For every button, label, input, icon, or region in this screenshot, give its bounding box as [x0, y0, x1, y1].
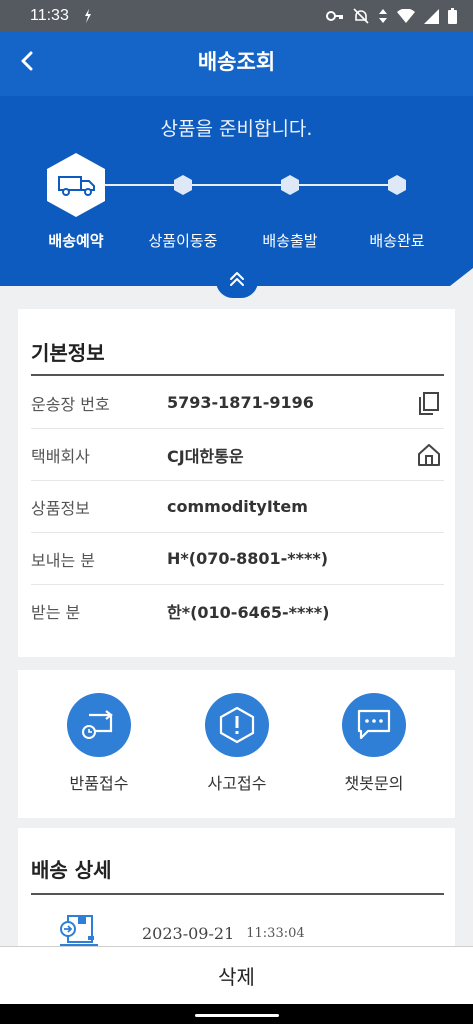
return-request-button[interactable]: 반품접수 — [44, 693, 154, 794]
home-gesture-pill[interactable] — [195, 1014, 279, 1017]
info-label: 택배회사 — [31, 446, 90, 466]
signal-icon — [424, 8, 439, 24]
courier-value: CJ대한통운 — [167, 446, 244, 466]
step-label-departed: 배송출발 — [262, 232, 318, 250]
accident-report-label: 사고접수 — [207, 774, 267, 793]
detail-time: 11:33:04 — [246, 925, 305, 941]
delete-button[interactable]: 삭제 — [0, 946, 473, 1004]
mute-icon — [353, 8, 369, 24]
copy-icon[interactable] — [416, 390, 442, 416]
accident-report-button[interactable]: 사고접수 — [182, 693, 292, 794]
actions-card: 반품접수 사고접수 챗봇문의 — [18, 670, 455, 818]
section-divider — [31, 374, 444, 376]
truck-icon — [57, 174, 97, 200]
status-time: 11:33 — [30, 7, 69, 24]
product-value: commodityItem — [167, 497, 308, 516]
info-row-courier: 택배회사 CJ대한통운 — [31, 429, 444, 481]
progress-message: 상품을 준비합니다. — [160, 118, 313, 140]
recipient-value: 한*(010-6465-****) — [167, 603, 330, 622]
chatbot-inquiry-button[interactable]: 챗봇문의 — [319, 693, 429, 794]
wifi-icon — [397, 9, 415, 23]
home-icon[interactable] — [416, 442, 442, 468]
download-icon — [83, 9, 93, 23]
delivery-detail-title: 배송 상세 — [31, 858, 112, 882]
chatbot-inquiry-label: 챗봇문의 — [344, 774, 404, 793]
step-label-reserved: 배송예약 — [48, 232, 104, 250]
basic-info-title: 기본정보 — [31, 341, 105, 365]
back-arrow-icon[interactable] — [14, 47, 42, 75]
collapse-button[interactable] — [216, 264, 258, 298]
info-row-tracking-number: 운송장 번호 5793-1871-9196 — [31, 377, 444, 429]
app-bar: 배송조회 — [0, 32, 473, 90]
system-nav-bar — [0, 1004, 473, 1024]
page-title: 배송조회 — [197, 50, 276, 74]
info-label: 운송장 번호 — [31, 394, 110, 414]
chat-icon — [342, 693, 406, 757]
step-label-in-transit: 상품이동중 — [148, 232, 218, 250]
basic-info-card: 기본정보 운송장 번호 5793-1871-9196 택배회사 CJ대한통운 상… — [18, 309, 455, 657]
info-label: 받는 분 — [31, 603, 81, 622]
info-label: 보내는 분 — [31, 550, 95, 570]
step-node-departed — [280, 174, 300, 200]
info-label: 상품정보 — [31, 498, 90, 518]
tracking-number-value: 5793-1871-9196 — [167, 393, 314, 412]
info-row-sender: 보내는 분 H*(070-8801-****) — [31, 533, 444, 585]
detail-date: 2023-09-21 — [142, 923, 235, 943]
step-node-delivered — [387, 174, 407, 200]
key-icon — [326, 10, 344, 22]
data-arrows-icon — [378, 8, 388, 24]
alert-icon — [205, 693, 269, 757]
sender-value: H*(070-8801-****) — [167, 549, 329, 568]
section-divider — [31, 893, 444, 895]
return-icon — [67, 693, 131, 757]
status-bar: 11:33 — [0, 0, 473, 32]
step-label-delivered: 배송완료 — [369, 232, 425, 250]
progress-line — [76, 184, 398, 186]
info-row-product: 상품정보 commodityItem — [31, 481, 444, 533]
info-row-recipient: 받는 분 한*(010-6465-****) — [31, 585, 444, 637]
delivery-detail-card: 배송 상세 2023-09-21 11:33:04 — [18, 828, 455, 948]
chevron-double-up-icon — [228, 271, 246, 291]
step-node-in-transit — [173, 174, 193, 200]
return-request-label: 반품접수 — [69, 774, 129, 793]
battery-icon — [448, 8, 457, 24]
